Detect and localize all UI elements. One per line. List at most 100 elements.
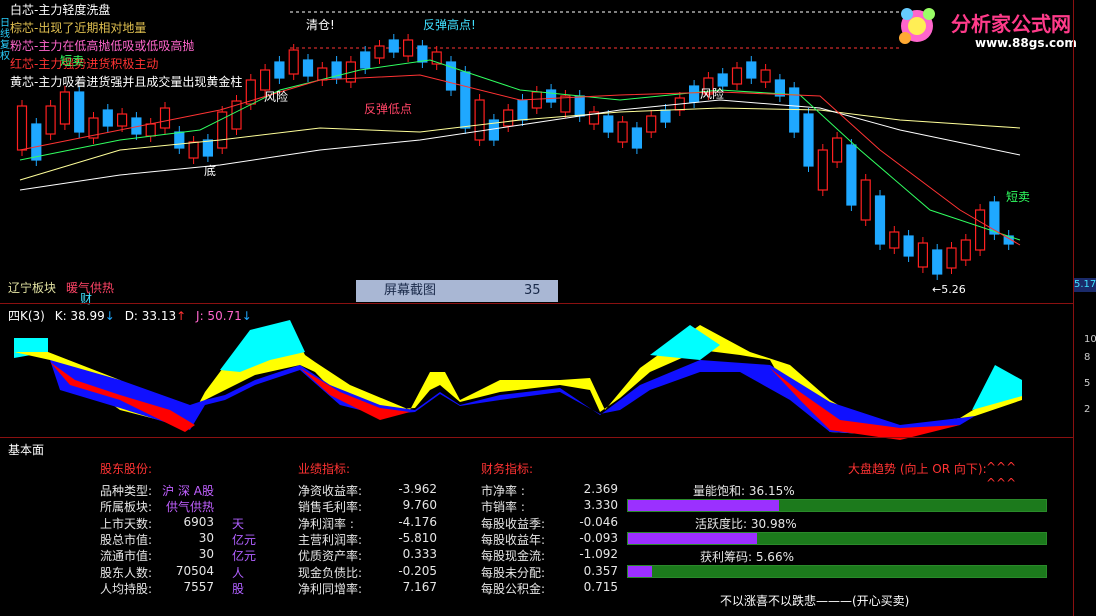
candle-body (760, 69, 771, 83)
sector-hot[interactable]: 暖气供热 (66, 279, 114, 296)
annotation-rebound-low: 反弹低点 (364, 102, 413, 116)
candle-body (145, 123, 156, 137)
candle-body (560, 95, 571, 113)
finance-row-value: 0.357 (583, 563, 618, 578)
site-logo: 分析家公式网 www.88gs.com (893, 2, 1093, 56)
panel-divider-top[interactable] (0, 303, 1074, 304)
candle-body (116, 113, 128, 127)
finance-row-label: 每股收益季: (481, 516, 546, 531)
price-axis-value: 5.17 (1074, 278, 1096, 292)
candle-body (202, 139, 213, 157)
finance-row-value: -1.092 (579, 547, 618, 562)
candle-body (932, 249, 943, 275)
kdj-title[interactable]: 四K(3) (8, 309, 45, 323)
candle-body (917, 242, 929, 268)
candle-body (102, 109, 113, 127)
candle-body (260, 69, 271, 91)
candle-body (846, 144, 857, 206)
candle-body (474, 99, 485, 141)
fundamentals-title[interactable]: 基本面 (8, 441, 44, 458)
candle-body (989, 201, 1000, 235)
candle-body (45, 105, 56, 135)
kdj-j-value: J: 50.71 (196, 309, 242, 323)
shareholder-row-unit: 亿元 (232, 532, 257, 547)
candle-body (603, 115, 614, 133)
legend-item: 黄芯-主力吸着进货强并且成交量出现黄金柱 (10, 75, 243, 89)
market-trend-arrows-2: ^^^ (986, 476, 1017, 490)
performance-row-value: -5.810 (398, 530, 437, 545)
performance-row-label: 净利同增率: (298, 581, 363, 596)
finance-row-value: 0.715 (583, 579, 618, 594)
candle-body (517, 99, 528, 121)
market-bar-track (627, 499, 1047, 512)
annotation-bottom: 底 (204, 164, 217, 178)
candle-body (731, 67, 743, 85)
finance-row-label: 每股收益年: (481, 532, 546, 547)
period-side-label[interactable]: 日线 复权 (0, 18, 10, 62)
candle-body (617, 121, 628, 143)
candle-body (874, 195, 886, 245)
j-down-arrow-icon: ↓ (241, 309, 252, 323)
finance-row-value: -0.093 (579, 530, 618, 545)
performance-row-value: 0.333 (402, 547, 437, 562)
candle-body (159, 107, 171, 129)
candle-body (74, 91, 85, 133)
capture-label: 屏幕截图 (384, 283, 437, 298)
kdj-d-value: D: 33.13 (124, 309, 177, 323)
logo-url: www.88gs.com (975, 36, 1077, 50)
performance-title: 业绩指标: (298, 462, 351, 476)
candle-body (403, 39, 414, 57)
market-bar-track (627, 532, 1047, 545)
kdj-axis-8: 8 (1084, 352, 1091, 363)
performance-row-label: 优质资产率: (298, 549, 363, 564)
shareholder-row-value: 70504 (175, 563, 214, 578)
candle-body (803, 113, 814, 167)
candle-body (545, 89, 557, 103)
shareholder-row-value: 7557 (183, 579, 214, 594)
candle-body (660, 109, 671, 123)
kdj-axis-2: 2 (1084, 404, 1091, 415)
market-bar-fill (628, 566, 652, 577)
capture-number: 35 (524, 283, 541, 298)
market-footer: 不以涨喜不以跌悲———(开心买卖) (720, 594, 910, 608)
candle-body (174, 131, 185, 149)
market-bar-label: 活跃度比: 30.98% (695, 517, 797, 531)
sector-name[interactable]: 辽宁板块 (8, 279, 56, 296)
candle-body (360, 51, 371, 69)
annotation-short-sell-2: 短卖 (1006, 190, 1031, 204)
finance-title: 财务指标: (481, 462, 534, 476)
kdj-header: 四K(3) K: 38.99↓ D: 33.13↑ J: 50.71↓ (8, 307, 252, 324)
performance-row-label: 现金负债比: (298, 565, 363, 580)
kdj-axis-5: 5 (1084, 378, 1091, 389)
d-up-arrow-icon: ↑ (176, 309, 187, 323)
shareholder-row-value: 供气供热 (165, 500, 214, 515)
performance-row-value: 7.167 (402, 579, 437, 594)
candle-body (188, 141, 199, 159)
candle-body (417, 45, 428, 63)
legend-item: 棕芯-出现了近期相对地量 (10, 21, 147, 35)
candle-body (889, 231, 900, 249)
panel-divider-bottom[interactable] (0, 437, 1074, 438)
performance-row-value: -0.205 (398, 563, 437, 578)
candle-body (274, 61, 285, 79)
performance-row-value: 9.760 (402, 498, 437, 513)
finance-row-label: 市净率 : (481, 484, 525, 498)
finance-row-value: -0.046 (579, 514, 618, 529)
shareholder-row-unit: 股 (232, 581, 245, 596)
candle-body (16, 105, 28, 151)
performance-row-value: -4.176 (398, 514, 437, 529)
candle-body (860, 179, 871, 221)
performance-row-label: 主营利润率: (298, 532, 363, 547)
kdj-axis-10: 10 (1084, 334, 1096, 345)
candle-body (288, 49, 299, 75)
candle-body (688, 85, 700, 103)
finance-row-value: 2.369 (583, 482, 618, 496)
candle-body (374, 45, 385, 59)
shareholder-row-value: 30 (198, 530, 214, 545)
finance-row-label: 市销率 : (481, 500, 525, 515)
annotation-short-sell-1: 短卖 (60, 54, 85, 68)
screen-capture-box[interactable]: 屏幕截图 35 (356, 280, 558, 302)
candle-body (831, 137, 843, 163)
right-axis-line (1073, 0, 1074, 616)
finance-row-label: 每股现金流: (481, 549, 546, 564)
